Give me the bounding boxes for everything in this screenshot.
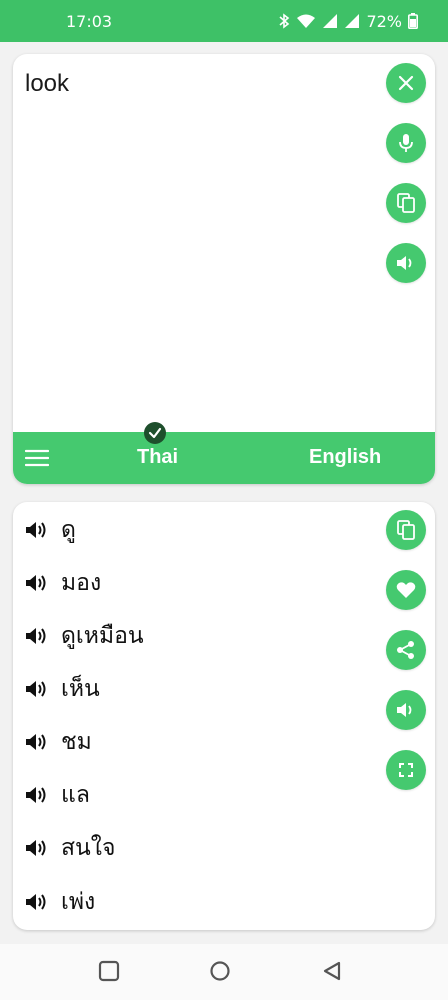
speaker-icon — [397, 703, 412, 717]
close-icon — [398, 75, 414, 91]
copy-input-button[interactable] — [386, 183, 426, 223]
source-language[interactable]: Thai — [137, 446, 178, 469]
source-text-input[interactable]: look — [25, 70, 69, 98]
result-card: ดู มอง ดูเหมือน เห็น ชม แล สนใจ เพ่ง — [13, 502, 435, 930]
favorite-button[interactable] — [386, 570, 426, 610]
back-icon[interactable] — [321, 960, 343, 982]
speaker-icon[interactable] — [25, 626, 49, 646]
result-item[interactable]: ชม — [25, 724, 92, 760]
speaker-icon[interactable] — [25, 785, 49, 805]
target-language[interactable]: English — [309, 446, 381, 469]
result-word: เห็น — [61, 676, 100, 702]
heart-icon — [396, 582, 416, 598]
speaker-icon — [397, 256, 412, 270]
result-word: มอง — [61, 570, 102, 596]
system-nav-bar — [0, 944, 448, 1000]
input-card: look Thai English — [13, 54, 435, 484]
result-item[interactable]: แล — [25, 777, 90, 813]
copy-icon — [397, 520, 415, 540]
fullscreen-button[interactable] — [386, 750, 426, 790]
status-time: 17:03 — [66, 11, 113, 31]
clear-button[interactable] — [386, 63, 426, 103]
menu-icon[interactable] — [25, 448, 49, 468]
result-word: ดู — [61, 517, 76, 543]
language-bar: Thai English — [13, 432, 435, 484]
result-word: สนใจ — [61, 835, 116, 861]
result-word: เพ่ง — [61, 889, 96, 915]
signal-icon — [323, 14, 338, 28]
result-item[interactable]: สนใจ — [25, 830, 115, 866]
home-icon[interactable] — [209, 960, 231, 982]
voice-input-button[interactable] — [386, 123, 426, 163]
result-word: แล — [61, 782, 90, 808]
share-button[interactable] — [386, 630, 426, 670]
status-icons: 72% — [278, 12, 418, 31]
mic-icon — [399, 134, 413, 152]
speaker-icon[interactable] — [25, 520, 49, 540]
battery-percent: 72% — [366, 11, 402, 31]
speaker-icon[interactable] — [25, 838, 49, 858]
signal-icon — [345, 14, 360, 28]
battery-icon — [408, 13, 418, 29]
result-word: ชม — [61, 729, 92, 755]
result-item[interactable]: ดูเหมือน — [25, 618, 144, 654]
result-item[interactable]: ดู — [25, 512, 76, 548]
result-word: ดูเหมือน — [61, 623, 144, 649]
speaker-icon[interactable] — [25, 573, 49, 593]
speaker-icon[interactable] — [25, 679, 49, 699]
bluetooth-icon — [279, 13, 290, 29]
recents-icon[interactable] — [98, 960, 120, 982]
speak-result-button[interactable] — [386, 690, 426, 730]
speaker-icon[interactable] — [25, 732, 49, 752]
wifi-icon — [297, 14, 316, 28]
result-item[interactable]: เห็น — [25, 671, 100, 707]
share-icon — [397, 641, 414, 659]
selected-check-icon — [144, 422, 166, 444]
status-bar: 17:03 72% — [0, 0, 448, 42]
copy-result-button[interactable] — [386, 510, 426, 550]
result-item[interactable]: เพ่ง — [25, 884, 95, 920]
result-item[interactable]: มอง — [25, 565, 101, 601]
fullscreen-icon — [399, 763, 413, 777]
speaker-icon[interactable] — [25, 892, 49, 912]
speak-input-button[interactable] — [386, 243, 426, 283]
copy-icon — [397, 193, 415, 213]
